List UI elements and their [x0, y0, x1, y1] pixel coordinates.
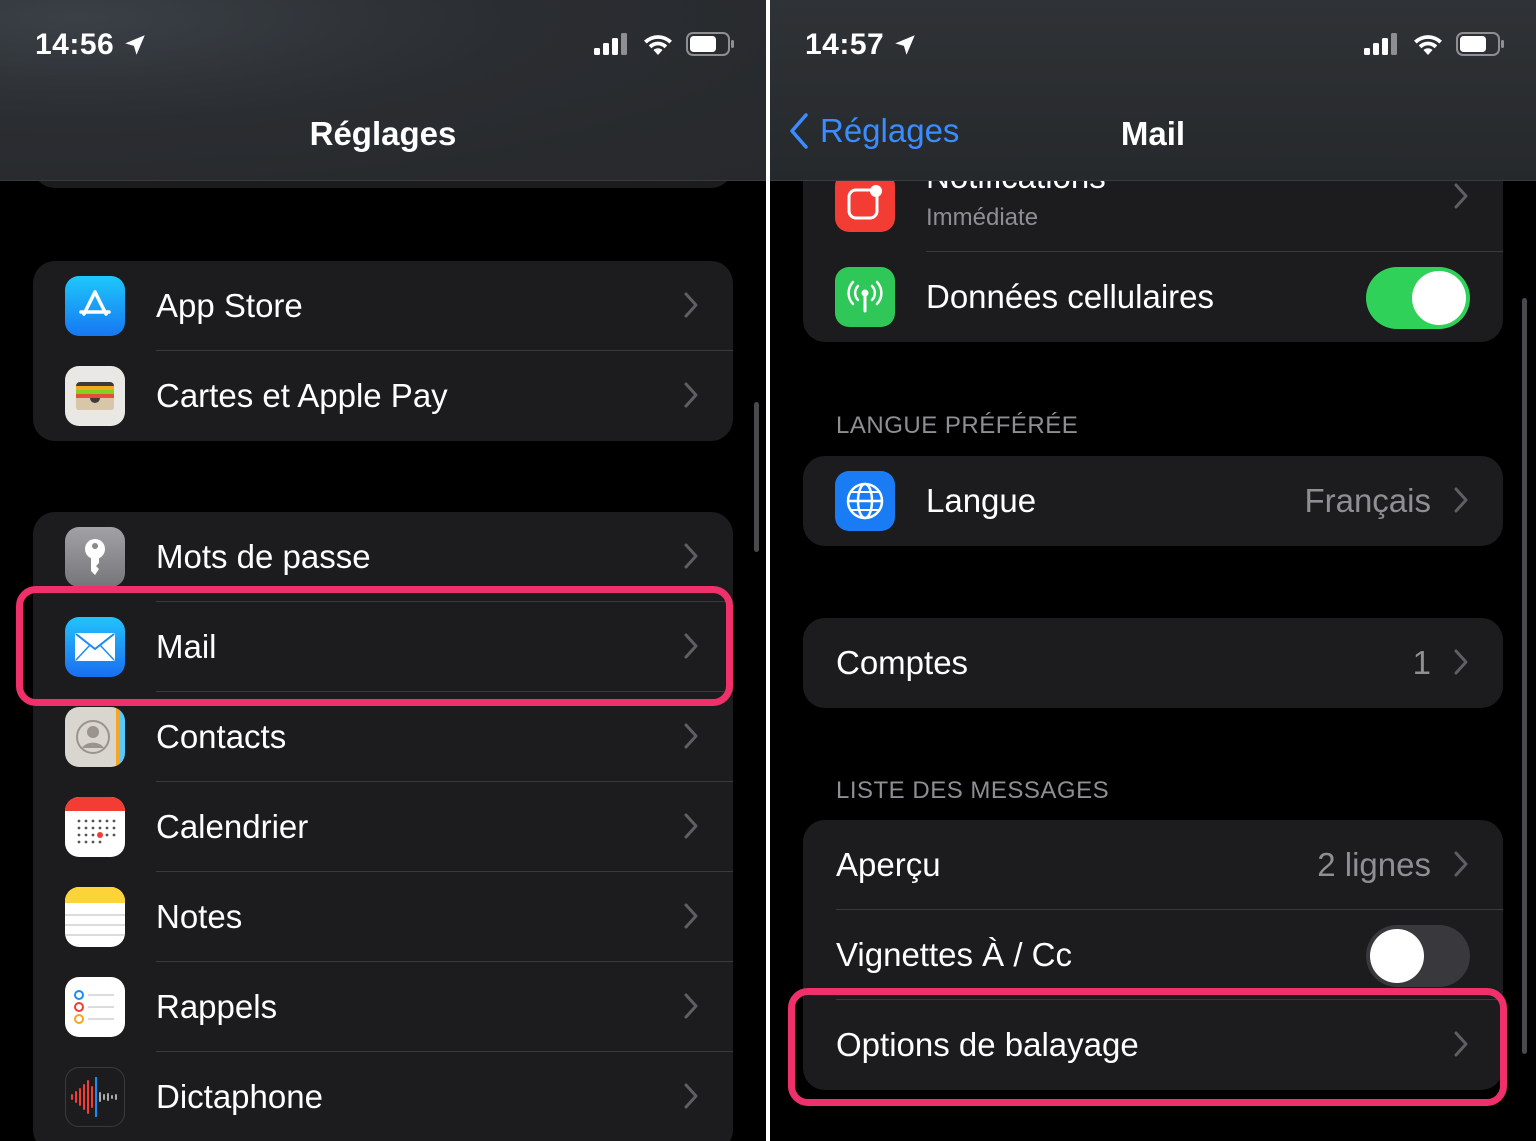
calendar-icon: [65, 797, 125, 857]
settings-row-label: Données cellulaires: [926, 278, 1214, 315]
navigation-bar: 14:57 Réglages Mail: [770, 0, 1536, 181]
settings-row-to-cc: Vignettes À / Cc: [803, 910, 1503, 1000]
status-time: 14:56: [35, 28, 115, 61]
antenna-icon: [835, 267, 895, 327]
section-header-language: LANGUE PRÉFÉRÉE: [836, 412, 1079, 439]
page-title: Mail: [1120, 115, 1186, 152]
chevron-right-icon: [1454, 1031, 1468, 1057]
battery-icon: [1456, 32, 1504, 56]
wallet-icon: [65, 366, 125, 426]
settings-row-label: App Store: [156, 287, 303, 324]
battery-icon: [686, 32, 734, 56]
settings-row-label: Calendrier: [156, 808, 309, 845]
settings-row-value: 2 lignes: [1317, 846, 1431, 883]
settings-row-notes[interactable]: Notes: [33, 872, 733, 962]
settings-row-calendar[interactable]: Calendrier: [33, 782, 733, 872]
page-title: Réglages: [309, 115, 457, 152]
toggle-knob: [1412, 271, 1466, 325]
location-arrow-icon: [125, 35, 145, 55]
scrollbar[interactable]: [1522, 298, 1527, 1054]
settings-row-reminders[interactable]: Rappels: [33, 962, 733, 1052]
settings-row-preview[interactable]: Aperçu 2 lignes: [803, 820, 1503, 910]
location-arrow-icon: [895, 35, 915, 55]
settings-row-language[interactable]: Langue Français: [803, 456, 1503, 546]
navigation-bar: 14:56 Réglages: [0, 0, 766, 181]
settings-row-value: 1: [1412, 644, 1431, 681]
chevron-right-icon: [684, 633, 698, 659]
chevron-right-icon: [1454, 649, 1468, 675]
settings-row-contacts[interactable]: Contacts: [33, 692, 733, 782]
settings-row-app-store[interactable]: App Store: [33, 261, 733, 351]
chevron-right-icon: [684, 1083, 698, 1109]
settings-row-accounts[interactable]: Comptes 1: [803, 618, 1503, 708]
settings-row-label: Aperçu: [836, 846, 941, 883]
settings-row-label: Cartes et Apple Pay: [156, 377, 448, 414]
settings-row-label: Mail: [156, 628, 217, 665]
settings-row-label: Comptes: [836, 644, 969, 681]
cellular-signal-icon: [594, 33, 627, 55]
key-icon: [65, 527, 125, 587]
mail-settings-screen: Notifications Immédiate Données cellulai…: [770, 0, 1536, 1141]
settings-row-label: Vignettes À / Cc: [836, 936, 1073, 973]
chevron-right-icon: [1454, 851, 1468, 877]
contacts-icon: [65, 707, 125, 767]
cellular-data-toggle[interactable]: [1366, 267, 1470, 329]
chevron-right-icon: [684, 292, 698, 318]
settings-row-label: Dictaphone: [156, 1078, 323, 1115]
settings-row-label: Mots de passe: [156, 538, 371, 575]
settings-row-passwords[interactable]: Mots de passe: [33, 512, 733, 602]
settings-row-label: Options de balayage: [836, 1026, 1139, 1063]
settings-group-store: App Store Cartes et Apple Pay: [33, 261, 733, 441]
settings-row-wallet[interactable]: Cartes et Apple Pay: [33, 351, 733, 441]
settings-group-language: Langue Français: [803, 456, 1503, 546]
settings-group-message-list: Aperçu 2 lignes Vignettes À / Cc Options…: [803, 820, 1503, 1090]
chevron-right-icon: [684, 903, 698, 929]
settings-row-value: Français: [1304, 482, 1431, 519]
toggle-knob: [1370, 929, 1424, 983]
cellular-signal-icon: [1364, 33, 1397, 55]
wifi-icon: [644, 35, 672, 55]
settings-row-cellular-data: Données cellulaires: [803, 252, 1503, 342]
chevron-right-icon: [684, 723, 698, 749]
settings-row-label: Rappels: [156, 988, 278, 1025]
to-cc-labels-toggle[interactable]: [1366, 925, 1470, 987]
settings-row-mail[interactable]: Mail: [33, 602, 733, 692]
settings-screen: 14:56 Réglages App Store Cartes et Apple…: [0, 0, 766, 1141]
status-time-group: 14:56: [35, 28, 148, 62]
status-indicators: [594, 32, 736, 56]
globe-icon: [835, 471, 895, 531]
status-time-group: 14:57: [805, 28, 918, 62]
scrollbar[interactable]: [754, 402, 759, 552]
settings-row-label: Notes: [156, 898, 243, 935]
settings-row-label: Langue: [926, 482, 1037, 519]
settings-group-apps: Mots de passe Mail Contacts Calendrier N…: [33, 512, 733, 1141]
voice-memos-icon: [65, 1067, 125, 1127]
chevron-right-icon: [1454, 487, 1468, 513]
status-indicators: [1364, 32, 1506, 56]
notes-icon: [65, 887, 125, 947]
notifications-icon: [835, 172, 895, 232]
chevron-right-icon: [684, 813, 698, 839]
settings-row-sublabel: Immédiate: [926, 204, 1039, 231]
chevron-right-icon: [684, 993, 698, 1019]
chevron-right-icon: [1454, 183, 1468, 209]
settings-row-swipe-options[interactable]: Options de balayage: [803, 1000, 1503, 1090]
app-store-icon: [65, 276, 125, 336]
section-header-message-list: LISTE DES MESSAGES: [836, 777, 1110, 804]
settings-row-label: Contacts: [156, 718, 287, 755]
settings-group-accounts: Comptes 1: [803, 618, 1503, 708]
mail-icon: [65, 617, 125, 677]
status-time: 14:57: [805, 28, 885, 61]
wifi-icon: [1414, 35, 1442, 55]
chevron-right-icon: [684, 543, 698, 569]
settings-row-voice-memos[interactable]: Dictaphone: [33, 1052, 733, 1141]
chevron-right-icon: [684, 382, 698, 408]
reminders-icon: [65, 977, 125, 1037]
